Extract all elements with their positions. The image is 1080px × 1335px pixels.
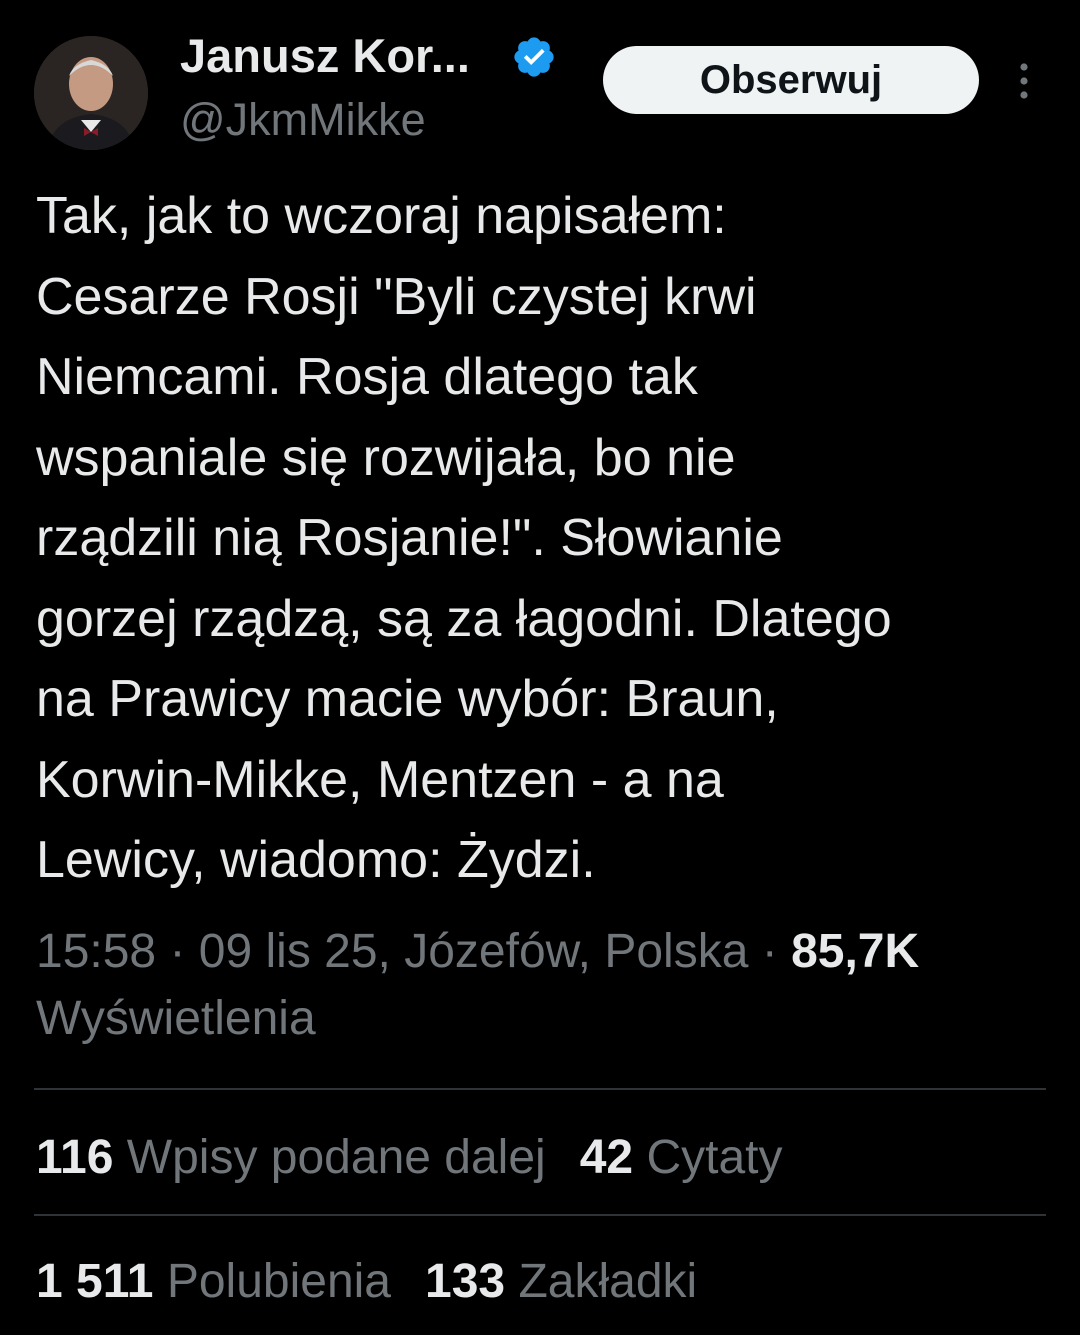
reposts-stat[interactable]: 116 Wpisy podane dalej	[36, 1128, 546, 1188]
user-handle[interactable]: @JkmMikke	[180, 94, 426, 146]
reposts-label: Wpisy podane dalej	[126, 1131, 546, 1184]
quotes-label: Cytaty	[646, 1131, 783, 1184]
quotes-stat[interactable]: 42 Cytaty	[580, 1128, 783, 1188]
stats-row-shares: 116 Wpisy podane dalej 42 Cytaty	[36, 1128, 816, 1188]
avatar[interactable]	[34, 36, 148, 150]
avatar-image	[34, 36, 148, 150]
quotes-count: 42	[579, 1131, 634, 1184]
views-label: Wyświetlenia	[36, 992, 316, 1045]
likes-count: 1 511	[36, 1255, 154, 1308]
verified-badge-icon	[514, 37, 554, 77]
likes-stat[interactable]: 1 511 Polubienia	[36, 1252, 391, 1312]
reposts-count: 116	[36, 1131, 114, 1184]
more-vertical-icon[interactable]	[1008, 60, 1040, 102]
bookmarks-count: 133	[425, 1255, 506, 1308]
tweet-text: Tak, jak to wczoraj napisałem: Cesarze R…	[36, 187, 892, 889]
timestamp-location[interactable]: 15:58 · 09 lis 25, Józefów, Polska ·	[36, 925, 791, 978]
views-count: 85,7K	[791, 925, 920, 978]
display-name[interactable]: Janusz Kor...	[180, 30, 470, 82]
follow-button[interactable]: Obserwuj	[603, 46, 979, 114]
tweet-header: Janusz Kor... @JkmMikke Obserwuj	[0, 0, 1080, 170]
likes-label: Polubienia	[166, 1255, 391, 1308]
stats-row-likes: 1 511 Polubienia 133 Zakładki	[36, 1252, 731, 1312]
divider	[34, 1214, 1046, 1216]
tweet-meta: 15:58 · 09 lis 25, Józefów, Polska · 85,…	[36, 918, 1046, 1052]
bookmarks-label: Zakładki	[518, 1255, 698, 1308]
divider	[34, 1088, 1046, 1090]
bookmarks-stat[interactable]: 133 Zakładki	[425, 1252, 697, 1312]
